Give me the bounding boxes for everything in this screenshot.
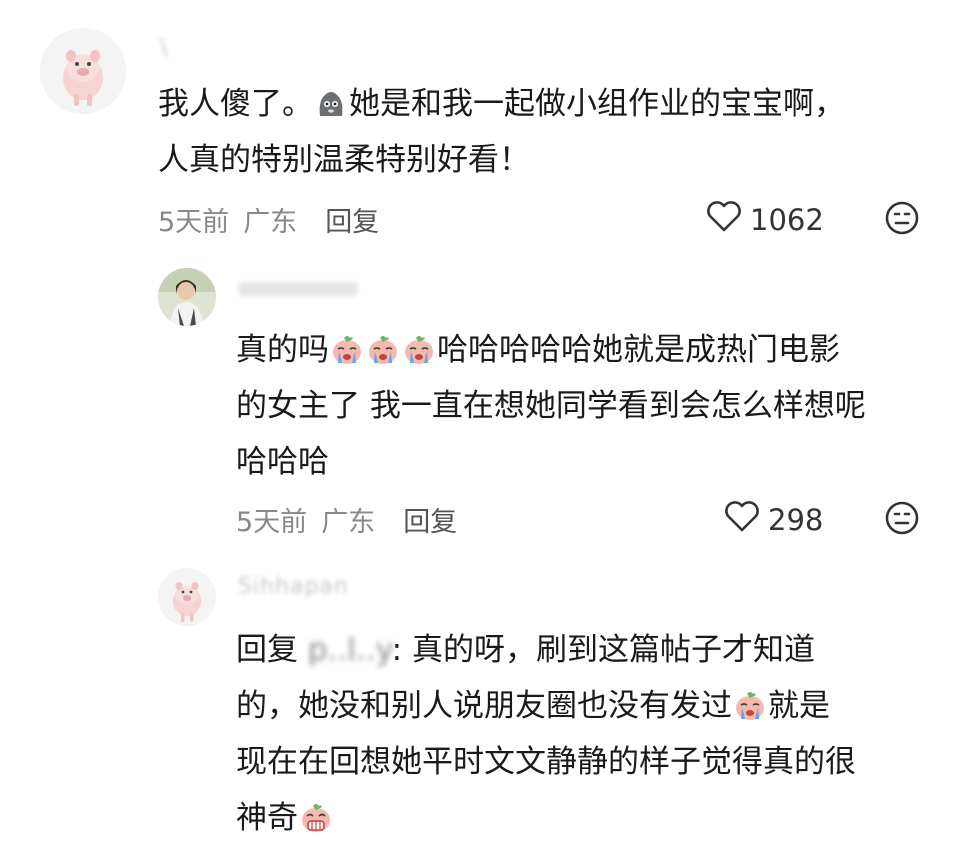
like-button[interactable]: 1062 xyxy=(706,199,824,240)
comment-2: 真的吗 哈哈哈哈哈她就是成热门电影 的女主了 我一直在想她同学看到会怎么样想呢 … xyxy=(0,260,960,560)
crying-emoji-icon xyxy=(733,688,767,722)
comment-text-segment: 就是 xyxy=(768,688,830,724)
comment-text: 我人傻了。 她是和我一起做小组作业的宝宝啊， 人真的特别温柔特别好看！ xyxy=(158,76,938,188)
avatar[interactable] xyxy=(158,568,216,626)
comment-3: Sihhapan 回复 p..l..y: 真的呀，刷到这篇帖子才知道 的，她没和… xyxy=(0,560,960,846)
comment-text: 真的吗 哈哈哈哈哈她就是成热门电影 的女主了 我一直在想她同学看到会怎么样想呢 … xyxy=(236,322,936,490)
dislike-button[interactable] xyxy=(884,200,920,236)
comment-meta: 5天前 广东 回复 xyxy=(158,200,379,239)
like-count: 298 xyxy=(768,502,824,537)
timestamp: 5天前 xyxy=(236,507,308,538)
comment-text-line: 现在在回想她平时文文静静的样子觉得真的很 xyxy=(236,744,856,780)
username[interactable]: Sihhapan xyxy=(238,574,349,599)
heart-icon xyxy=(706,199,750,240)
shocked-emoji-icon xyxy=(299,800,333,834)
comment-text-segment: 我人傻了。 xyxy=(158,86,313,122)
timestamp: 5天前 xyxy=(158,207,230,238)
comment-1: \ 我人傻了。 她是和我一起做小组作业的宝宝啊， 人真的特别温柔特别好看！ 5天… xyxy=(0,0,960,260)
username[interactable] xyxy=(238,282,358,296)
reply-prefix: 回复 xyxy=(236,632,298,668)
comment-meta: 5天前 广东 回复 xyxy=(236,500,457,539)
avatar[interactable] xyxy=(40,28,126,114)
speechless-emoji-icon xyxy=(314,86,348,120)
dislike-button[interactable] xyxy=(884,500,920,536)
comment-text-segment: 的，她没和别人说朋友圈也没有发过 xyxy=(236,688,732,724)
username[interactable]: \ xyxy=(160,36,168,61)
comment-text-line: 的女主了 我一直在想她同学看到会怎么样想呢 xyxy=(236,388,866,424)
like-count: 1062 xyxy=(750,202,824,237)
comment-text-line: 人真的特别温柔特别好看！ xyxy=(158,142,530,178)
comment-text-segment: 神奇 xyxy=(236,800,298,836)
comment-text-segment: 她是和我一起做小组作业的宝宝啊， xyxy=(349,86,845,122)
crying-emoji-icon xyxy=(330,332,364,366)
crying-emoji-icon xyxy=(366,332,400,366)
comment-text-segment: : 真的呀，刷到这篇帖子才知道 xyxy=(391,632,815,668)
location: 广东 xyxy=(243,207,298,238)
like-button[interactable]: 298 xyxy=(724,499,823,540)
reply-target-username[interactable]: p..l..y xyxy=(308,632,392,668)
unhappy-face-icon xyxy=(884,500,920,536)
heart-icon xyxy=(724,499,768,540)
comment-text: 回复 p..l..y: 真的呀，刷到这篇帖子才知道 的，她没和别人说朋友圈也没有… xyxy=(236,622,936,846)
comment-text-segment: 真的吗 xyxy=(236,332,329,368)
comment-text-segment: 哈哈哈哈哈她就是成热门电影 xyxy=(437,332,840,368)
avatar[interactable] xyxy=(158,268,216,326)
location: 广东 xyxy=(321,507,376,538)
crying-emoji-icon xyxy=(402,332,436,366)
comment-text-line: 哈哈哈 xyxy=(236,444,329,480)
unhappy-face-icon xyxy=(884,200,920,236)
reply-button[interactable]: 回复 xyxy=(325,200,379,239)
reply-button[interactable]: 回复 xyxy=(403,500,457,539)
